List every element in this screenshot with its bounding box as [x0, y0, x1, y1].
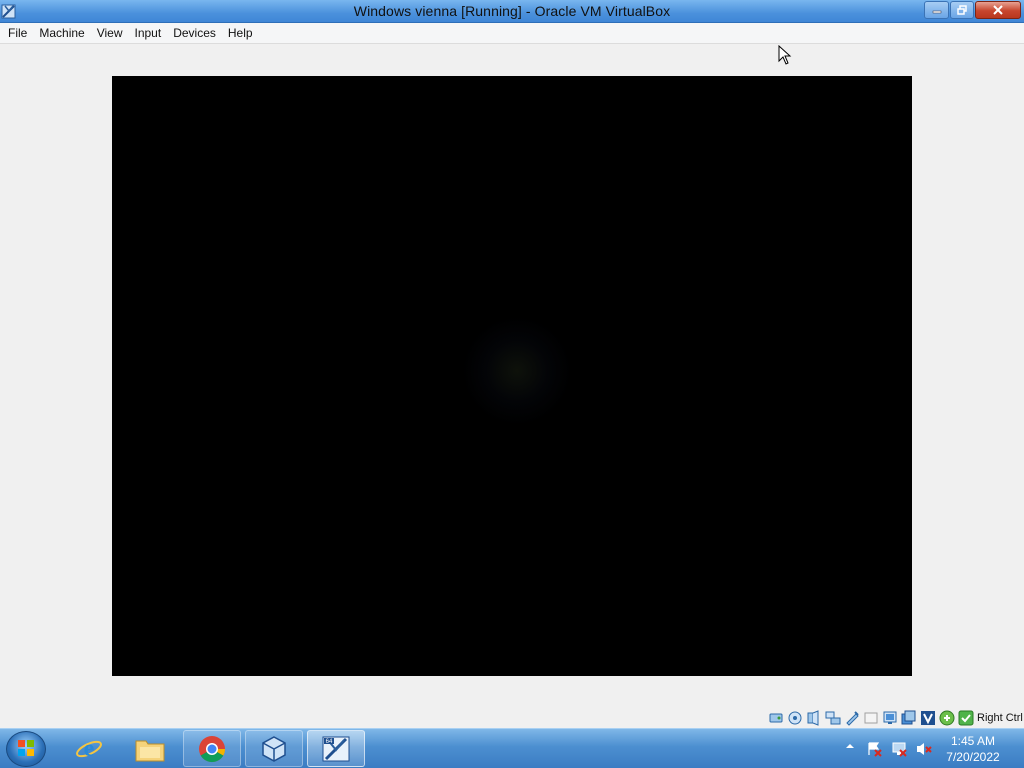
- video-capture-icon[interactable]: [901, 710, 917, 726]
- chrome-icon: [199, 735, 226, 762]
- window-title: Windows vienna [Running] - Oracle VM Vir…: [353, 3, 671, 19]
- shared-folders-icon[interactable]: [863, 710, 879, 726]
- close-icon: [993, 5, 1003, 15]
- windows-start-icon: [18, 740, 34, 756]
- menu-devices[interactable]: Devices: [167, 26, 222, 40]
- restore-button[interactable]: [950, 1, 974, 19]
- restore-icon: [957, 5, 967, 15]
- menu-bar: File Machine View Input Devices Help: [0, 23, 1024, 44]
- boot-logo-glow: [462, 316, 572, 426]
- taskbar-virtualbox-vm[interactable]: 64: [307, 730, 365, 767]
- mouse-integration-icon[interactable]: [939, 710, 955, 726]
- internet-explorer-icon: e: [76, 736, 102, 762]
- system-clock[interactable]: 1:45 AM 7/20/2022: [938, 733, 1008, 765]
- vm-screen[interactable]: [112, 76, 912, 676]
- minimize-button[interactable]: [924, 1, 949, 19]
- windows-start-button[interactable]: [6, 731, 46, 767]
- host-key-label: Right Ctrl: [977, 712, 1023, 724]
- usb-icon[interactable]: [844, 710, 860, 726]
- network-icon[interactable]: [825, 710, 841, 726]
- show-hidden-icons-chevron[interactable]: [845, 741, 855, 751]
- virtualbox-icon: [262, 735, 286, 762]
- menu-view[interactable]: View: [91, 26, 129, 40]
- file-explorer-icon: [135, 740, 165, 761]
- display-icon[interactable]: [882, 710, 898, 726]
- hard-disk-icon[interactable]: [768, 710, 784, 726]
- menu-help[interactable]: Help: [222, 26, 259, 40]
- svg-text:e: e: [84, 736, 95, 762]
- network-icon[interactable]: [891, 741, 907, 757]
- taskbar-chrome[interactable]: [183, 730, 241, 767]
- windows-taskbar: e 64 1:45 AM 7/20/2022: [0, 728, 1024, 768]
- vm-display-area: [0, 44, 1024, 708]
- action-center-icon[interactable]: [866, 741, 882, 757]
- volume-muted-icon[interactable]: [916, 741, 932, 757]
- taskbar-file-explorer[interactable]: [121, 730, 179, 767]
- minimize-icon: [932, 10, 941, 14]
- cpu-virtualization-icon[interactable]: [920, 710, 936, 726]
- virtualbox-vm-icon: 64: [322, 736, 350, 761]
- title-bar[interactable]: Windows vienna [Running] - Oracle VM Vir…: [0, 0, 1024, 23]
- vm-status-bar: Right Ctrl: [0, 708, 1024, 728]
- close-button[interactable]: [975, 1, 1021, 19]
- clock-time: 1:45 AM: [950, 734, 996, 748]
- audio-icon[interactable]: [806, 710, 822, 726]
- optical-drive-icon[interactable]: [787, 710, 803, 726]
- taskbar-virtualbox[interactable]: [245, 730, 303, 767]
- mouse-cursor-icon: [778, 45, 792, 65]
- menu-machine[interactable]: Machine: [33, 26, 90, 40]
- taskbar-internet-explorer[interactable]: e: [60, 730, 118, 767]
- keyboard-icon[interactable]: [958, 710, 974, 726]
- svg-text:64: 64: [326, 739, 333, 745]
- clock-date: 7/20/2022: [946, 750, 1000, 764]
- menu-file[interactable]: File: [0, 26, 33, 40]
- menu-input[interactable]: Input: [129, 26, 168, 40]
